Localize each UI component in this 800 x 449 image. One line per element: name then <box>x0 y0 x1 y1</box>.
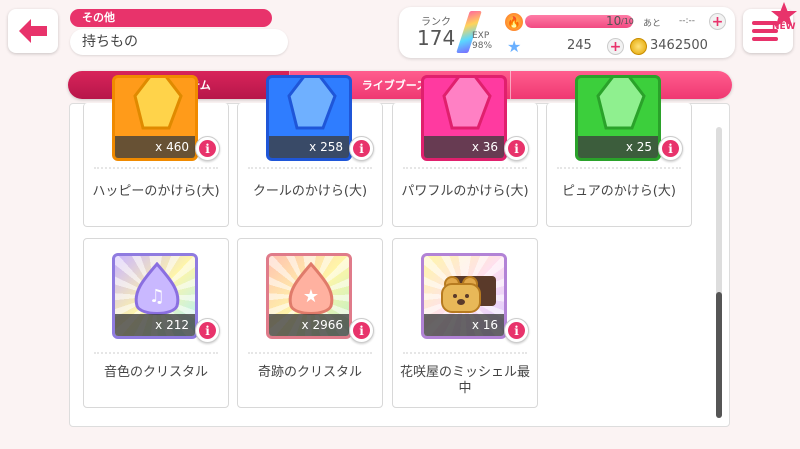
item-quantity: x 16 <box>424 314 504 336</box>
item-card[interactable]: x 25 i ピュアのかけら(大) <box>546 75 692 227</box>
item-icon-frame: x 25 <box>575 75 661 161</box>
item-icon-frame: ♫ x 212 <box>112 253 198 339</box>
miracle-crystal-icon: ★ <box>288 262 334 315</box>
item-info-button[interactable]: i <box>349 318 374 343</box>
new-badge-label: NEW <box>772 22 796 32</box>
item-card[interactable]: x 36 i パワフルのかけら(大) <box>392 75 538 227</box>
add-stars-button[interactable]: + <box>607 38 624 55</box>
divider <box>94 352 218 354</box>
item-icon-frame: x 16 <box>421 253 507 339</box>
plus-icon: + <box>609 38 622 55</box>
item-name: 奇跡のクリスタル <box>257 365 362 380</box>
divider <box>248 167 372 169</box>
item-info-button[interactable]: i <box>349 136 374 161</box>
svg-text:♫: ♫ <box>149 286 165 307</box>
item-icon-frame: x 460 <box>112 75 198 161</box>
item-info-button[interactable]: i <box>195 318 220 343</box>
item-name: 音色のクリスタル <box>103 365 208 380</box>
item-icon-frame: x 36 <box>421 75 507 161</box>
rank-value: 174 <box>417 26 456 50</box>
stamina-recovery-time: --:-- <box>679 16 696 26</box>
item-quantity: x 25 <box>578 136 658 158</box>
item-quantity: x 2966 <box>269 314 349 336</box>
info-icon: i <box>353 322 370 339</box>
star-icon: ★ <box>507 37 522 56</box>
stamina-value: 10 <box>606 14 622 28</box>
divider <box>403 167 527 169</box>
pure-shard-icon <box>596 78 646 130</box>
item-card[interactable]: x 258 i クールのかけら(大) <box>237 75 383 227</box>
item-name: クールのかけら(大) <box>252 184 368 199</box>
item-info-button[interactable]: i <box>504 318 529 343</box>
happy-shard-icon <box>133 78 183 130</box>
info-icon: i <box>508 322 525 339</box>
exp-label: EXP <box>472 31 490 41</box>
scrollbar-track[interactable] <box>716 127 722 418</box>
item-card[interactable]: ★ x 2966 i 奇跡のクリスタル <box>237 238 383 408</box>
stamina-max: /10 <box>621 17 634 26</box>
item-name: ハッピーのかけら(大) <box>92 184 220 199</box>
item-icon-frame: ★ x 2966 <box>266 253 352 339</box>
divider <box>248 352 372 354</box>
coin-icon <box>630 38 647 55</box>
item-quantity: x 258 <box>269 136 349 158</box>
scrollbar-thumb[interactable] <box>716 292 722 418</box>
plus-icon: + <box>711 13 724 30</box>
item-info-button[interactable]: i <box>658 136 683 161</box>
player-status-panel: ランク 174 EXP 98% 🔥 10 /10 あと --:-- + ★ 24… <box>399 7 735 58</box>
michelle-monaka-icon <box>441 276 496 313</box>
item-name: ピュアのかけら(大) <box>562 184 676 199</box>
flame-icon: 🔥 <box>505 13 523 31</box>
item-quantity: x 36 <box>424 136 504 158</box>
item-icon-frame: x 258 <box>266 75 352 161</box>
divider <box>94 167 218 169</box>
powerful-shard-icon <box>442 78 492 130</box>
add-stamina-button[interactable]: + <box>709 13 726 30</box>
info-icon: i <box>199 140 216 157</box>
item-info-button[interactable]: i <box>195 136 220 161</box>
item-name: パワフルのかけら(大) <box>401 184 529 199</box>
info-icon: i <box>199 322 216 339</box>
item-card[interactable]: x 16 i 花咲屋のミッシェル最中 <box>392 238 538 408</box>
divider <box>557 167 681 169</box>
coin-count: 3462500 <box>650 38 708 53</box>
item-card[interactable]: ♫ x 212 i 音色のクリスタル <box>83 238 229 408</box>
item-card[interactable]: x 460 i ハッピーのかけら(大) <box>83 75 229 227</box>
stamina-recovery-label: あと <box>643 19 662 29</box>
page-title-box: その他 持ちもの <box>70 9 288 56</box>
star-count: 245 <box>567 38 592 53</box>
svg-text:★: ★ <box>303 286 319 307</box>
item-info-button[interactable]: i <box>504 136 529 161</box>
item-quantity: x 212 <box>115 314 195 336</box>
info-icon: i <box>508 140 525 157</box>
page-title: 持ちもの <box>70 29 288 55</box>
tone-crystal-icon: ♫ <box>134 262 180 315</box>
exp-percent: 98% <box>472 41 493 51</box>
cool-shard-icon <box>287 78 337 130</box>
info-icon: i <box>662 140 679 157</box>
back-arrow-icon <box>19 19 47 43</box>
category-label: その他 <box>70 9 272 27</box>
menu-icon-line <box>752 37 778 41</box>
item-quantity: x 460 <box>115 136 195 158</box>
divider <box>403 352 527 354</box>
back-button[interactable] <box>8 9 58 53</box>
item-name: 花咲屋のミッシェル最中 <box>399 365 530 396</box>
info-icon: i <box>353 140 370 157</box>
